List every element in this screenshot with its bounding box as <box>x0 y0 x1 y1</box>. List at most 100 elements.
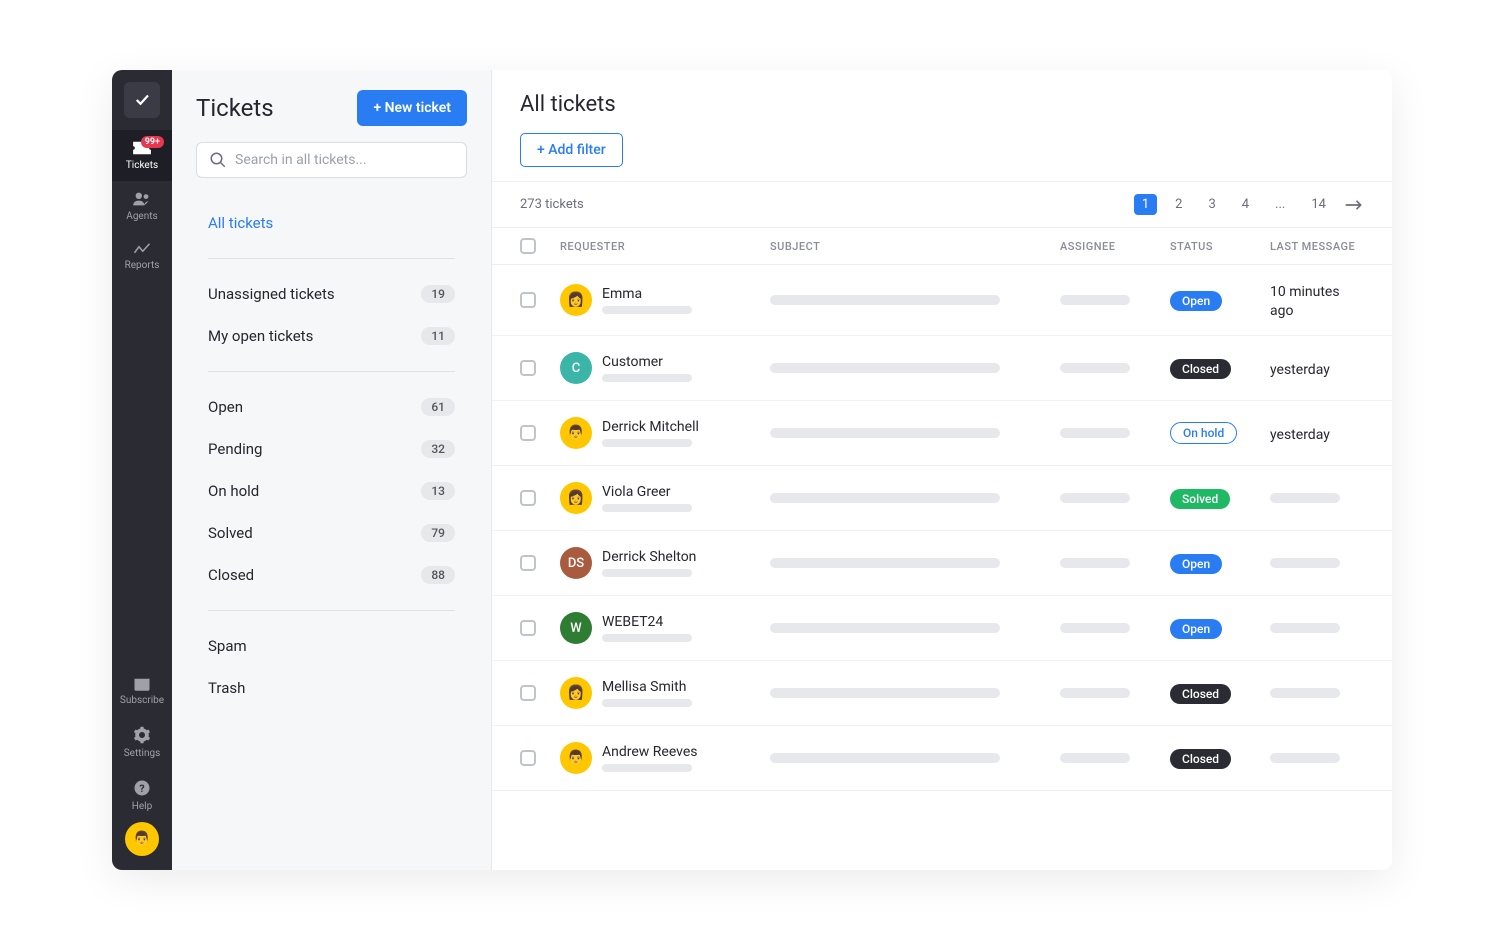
page-4[interactable]: 4 <box>1234 194 1257 215</box>
status-badge: Closed <box>1170 749 1231 769</box>
placeholder <box>602 764 692 772</box>
placeholder <box>602 569 692 577</box>
col-status[interactable]: STATUS <box>1170 240 1270 253</box>
search-box[interactable] <box>196 142 467 178</box>
placeholder <box>770 493 1000 503</box>
placeholder <box>1270 753 1340 763</box>
filter-trash[interactable]: Trash <box>172 667 491 709</box>
rail-item-help[interactable]: ? Help <box>112 769 172 822</box>
check-logo-icon <box>133 91 151 109</box>
filter-solved[interactable]: Solved 79 <box>172 512 491 554</box>
placeholder <box>602 439 692 447</box>
col-last-message[interactable]: LAST MESSAGE <box>1270 240 1364 253</box>
page-last[interactable]: 14 <box>1303 194 1334 215</box>
filter-label: Unassigned tickets <box>208 285 335 303</box>
placeholder <box>1060 493 1130 503</box>
filter-label: My open tickets <box>208 327 313 345</box>
requester-avatar: 👨 <box>560 417 592 449</box>
user-avatar[interactable]: 👨 <box>125 822 159 856</box>
ticket-row[interactable]: W WEBET24 Open <box>492 596 1392 661</box>
filter-unassigned[interactable]: Unassigned tickets 19 <box>172 273 491 315</box>
table-header: REQUESTER SUBJECT ASSIGNEE STATUS LAST M… <box>492 227 1392 265</box>
rail-item-agents[interactable]: Agents <box>112 181 172 232</box>
gear-icon <box>133 726 151 744</box>
page-1[interactable]: 1 <box>1134 194 1157 215</box>
ticket-row[interactable]: 👩 Mellisa Smith Closed <box>492 661 1392 726</box>
placeholder <box>770 363 1000 373</box>
filter-open[interactable]: Open 61 <box>172 386 491 428</box>
page-2[interactable]: 2 <box>1167 194 1190 215</box>
filter-pending[interactable]: Pending 32 <box>172 428 491 470</box>
help-icon: ? <box>133 779 151 797</box>
ticket-row[interactable]: 👨 Derrick Mitchell On hold yesterday <box>492 401 1392 466</box>
row-checkbox[interactable] <box>520 620 536 636</box>
page-3[interactable]: 3 <box>1200 194 1223 215</box>
requester-avatar: C <box>560 352 592 384</box>
sidebar-header: Tickets + New ticket <box>172 70 491 142</box>
divider <box>208 610 455 611</box>
requester-name: Customer <box>602 354 692 370</box>
ticket-row[interactable]: 👩 Emma Open 10 minutes ago <box>492 265 1392 336</box>
page-title: All tickets <box>520 92 1364 117</box>
status-badge: On hold <box>1170 422 1237 444</box>
requester-avatar: 👩 <box>560 482 592 514</box>
ticket-row[interactable]: C Customer Closed yesterday <box>492 336 1392 401</box>
placeholder <box>770 623 1000 633</box>
col-requester[interactable]: REQUESTER <box>560 240 770 253</box>
filter-spam[interactable]: Spam <box>172 625 491 667</box>
rail-item-tickets[interactable]: 99+ Tickets <box>112 130 172 181</box>
requester-name: Derrick Mitchell <box>602 419 699 435</box>
filter-my-open[interactable]: My open tickets 11 <box>172 315 491 357</box>
ticket-row[interactable]: 👨 Andrew Reeves Closed <box>492 726 1392 791</box>
ticket-row[interactable]: 👩 Viola Greer Solved <box>492 466 1392 531</box>
requester-avatar: 👩 <box>560 677 592 709</box>
filter-closed[interactable]: Closed 88 <box>172 554 491 596</box>
search-input[interactable] <box>235 152 454 168</box>
add-filter-button[interactable]: + Add filter <box>520 133 623 167</box>
filter-count: 19 <box>421 285 455 303</box>
placeholder <box>1270 623 1340 633</box>
select-all-checkbox[interactable] <box>520 238 536 254</box>
row-checkbox[interactable] <box>520 750 536 766</box>
placeholder <box>602 634 692 642</box>
filter-all-tickets[interactable]: All tickets <box>172 202 491 244</box>
page-next-button[interactable] <box>1344 199 1364 211</box>
row-checkbox[interactable] <box>520 292 536 308</box>
ticket-count: 273 tickets <box>520 197 584 212</box>
requester-name: Viola Greer <box>602 484 692 500</box>
status-badge: Open <box>1170 554 1222 574</box>
row-checkbox[interactable] <box>520 555 536 571</box>
subscribe-icon <box>133 677 151 691</box>
col-assignee[interactable]: ASSIGNEE <box>1060 240 1170 253</box>
placeholder <box>1060 363 1130 373</box>
divider <box>208 258 455 259</box>
row-checkbox[interactable] <box>520 490 536 506</box>
rail-item-subscribe[interactable]: Subscribe <box>112 667 172 716</box>
requester-avatar: 👩 <box>560 284 592 316</box>
rail-label: Agents <box>126 211 157 222</box>
requester-name: WEBET24 <box>602 614 692 630</box>
rail-label: Subscribe <box>120 695 164 706</box>
row-checkbox[interactable] <box>520 360 536 376</box>
filter-count: 11 <box>421 327 455 345</box>
ticket-row[interactable]: DS Derrick Shelton Open <box>492 531 1392 596</box>
sidebar: Tickets + New ticket All tickets Unassig… <box>172 70 492 870</box>
placeholder <box>1270 688 1340 698</box>
col-subject[interactable]: SUBJECT <box>770 240 1060 253</box>
filter-count: 32 <box>421 440 455 458</box>
app-window: 99+ Tickets Agents Reports Subscribe Set… <box>112 70 1392 870</box>
placeholder <box>602 504 692 512</box>
app-logo[interactable] <box>124 82 160 118</box>
rail-item-settings[interactable]: Settings <box>112 716 172 769</box>
filter-onhold[interactable]: On hold 13 <box>172 470 491 512</box>
filter-list: All tickets Unassigned tickets 19 My ope… <box>172 194 491 717</box>
new-ticket-button[interactable]: + New ticket <box>357 90 467 126</box>
rail-item-reports[interactable]: Reports <box>112 232 172 281</box>
requester-name: Derrick Shelton <box>602 549 696 565</box>
status-badge: Open <box>1170 619 1222 639</box>
row-checkbox[interactable] <box>520 685 536 701</box>
svg-text:?: ? <box>139 782 144 795</box>
row-checkbox[interactable] <box>520 425 536 441</box>
requester-avatar: DS <box>560 547 592 579</box>
rail-label: Settings <box>124 748 161 759</box>
